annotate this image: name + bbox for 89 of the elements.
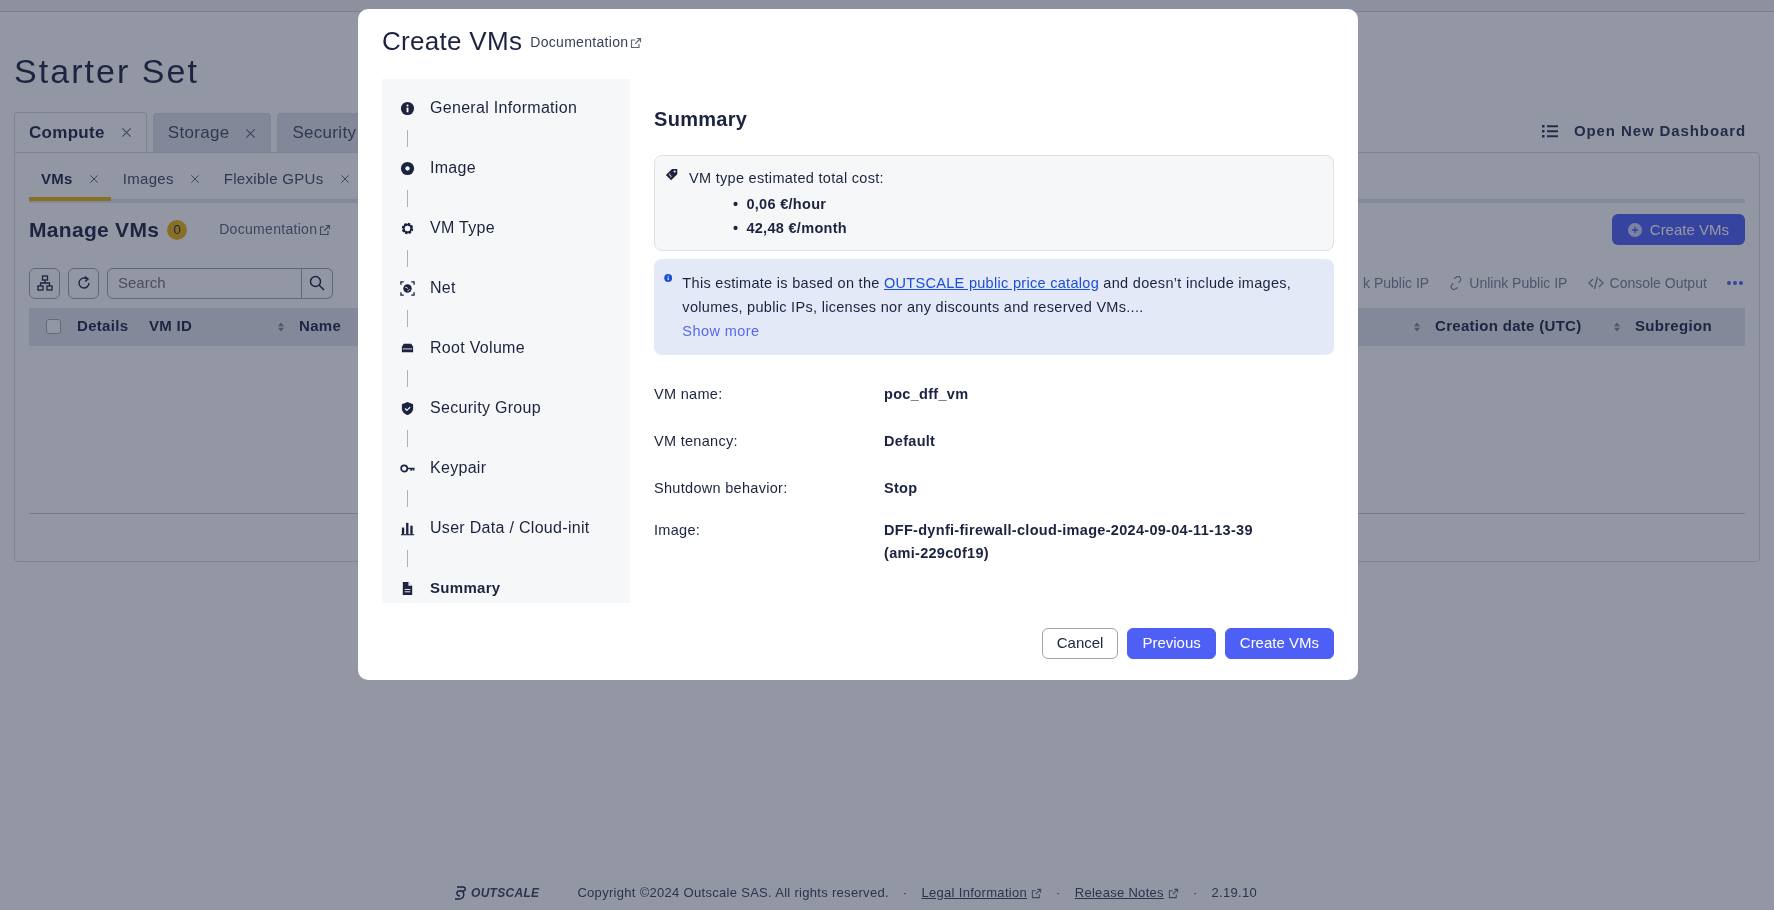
page-title: Starter Set [14, 54, 200, 88]
console-output-button[interactable]: Console Output [1587, 272, 1707, 294]
search-field[interactable]: Search [107, 267, 302, 299]
documentation-link[interactable]: Documentation [530, 32, 643, 54]
code-icon [1587, 276, 1604, 290]
separator: · [1056, 884, 1061, 903]
field-value: Default [884, 431, 937, 451]
documentation-link[interactable]: Documentation [219, 219, 332, 241]
close-icon[interactable] [339, 174, 350, 184]
more-icon [1727, 281, 1743, 285]
plus-circle-icon [1627, 222, 1642, 237]
shield-icon [400, 400, 415, 416]
cost-label: VM type estimated total cost: [689, 169, 884, 189]
disc-icon [400, 160, 415, 176]
logo-text: OUTSCALE [471, 885, 540, 902]
select-all-checkbox[interactable] [45, 319, 61, 334]
step-item[interactable]: Net [400, 276, 630, 301]
step-item[interactable]: General Information [400, 96, 630, 121]
field-value: DFF-dynfi-firewall-cloud-image-2024-09-04-11-13-39 (ami-229c0f19) [884, 520, 1254, 563]
field-value: Stop [884, 478, 919, 498]
footer-link[interactable]: Legal Information [921, 883, 1043, 903]
primary-button[interactable]: Create VMs [1224, 628, 1334, 660]
separator: · [902, 884, 908, 903]
search-button[interactable] [302, 267, 333, 299]
search-icon[interactable] [309, 275, 325, 291]
field-label: Image: [654, 520, 702, 540]
close-icon[interactable] [120, 127, 132, 138]
section-title: Manage VMs [29, 217, 160, 243]
bullet: • [733, 218, 739, 238]
unlink-button[interactable]: Unlink Public IP [1449, 272, 1568, 294]
refresh-button[interactable] [68, 267, 99, 299]
info-icon [400, 100, 415, 116]
field-label: VM name: [654, 384, 724, 404]
field-label: Shutdown behavior: [654, 478, 789, 498]
sub-tab[interactable]: Images [110, 161, 212, 201]
footer-text: Copyright ©2024 Outscale SAS. All rights reserved. [577, 884, 889, 903]
column-header: Details [77, 316, 129, 337]
count-badge: 0 [167, 219, 188, 240]
notice-text: This estimate is based on the OUTSCALE public price catalog and doesn’t include images, volumes, public IPs, licenses nor any discounts and reserved VMs.... [682, 273, 1293, 317]
external-link-icon [1167, 887, 1179, 899]
column-header: VM ID [149, 316, 193, 337]
field-label: VM tenancy: [654, 431, 739, 451]
close-icon[interactable] [189, 174, 200, 184]
bar-chart-icon [400, 520, 415, 536]
create-vms-button[interactable]: Create VMs [1611, 214, 1745, 246]
list-icon [1541, 123, 1558, 138]
step-item[interactable]: Root Volume [400, 336, 630, 361]
column-header: Subregion [1635, 316, 1712, 337]
show-more-link[interactable]: Show more [682, 318, 760, 343]
step-item[interactable]: Image [400, 156, 630, 181]
hierarchy-icon [36, 275, 53, 291]
column-header: Name [299, 316, 342, 337]
sub-tab[interactable]: Flexible GPUs [211, 161, 362, 201]
section-heading: Summary [654, 107, 749, 132]
link-public-ip-button[interactable]: k Public IP [1363, 272, 1430, 294]
external-link-icon [319, 223, 332, 236]
close-icon[interactable] [245, 127, 257, 139]
close-icon[interactable] [88, 174, 99, 184]
separator: · [1192, 884, 1198, 903]
cost-item: 42,48 €/month [746, 218, 847, 238]
dashboard-button[interactable]: Open New Dashboard [1541, 119, 1746, 142]
cost-item: 0,06 €/hour [746, 194, 827, 214]
price-catalog-link[interactable]: OUTSCALE public price catalog [884, 274, 1099, 291]
footer-link[interactable]: Release Notes [1074, 883, 1179, 903]
cancel-button[interactable]: Cancel [1041, 628, 1119, 660]
broken-link-icon [1449, 276, 1464, 290]
tab[interactable]: Storage [152, 113, 272, 152]
external-link-icon [630, 36, 643, 49]
gear-icon [400, 220, 415, 236]
tab[interactable]: Compute [14, 112, 147, 152]
step-item[interactable]: VM Type [400, 216, 630, 241]
step-item[interactable]: Security Group [400, 396, 630, 421]
step-item[interactable]: Keypair [400, 456, 630, 481]
column-header: Creation date (UTC) [1435, 316, 1582, 337]
step-item[interactable]: Summary [400, 576, 630, 601]
document-icon [400, 580, 415, 596]
step-item[interactable]: User Data / Cloud-init [400, 516, 630, 541]
primary-button[interactable]: Previous [1127, 628, 1216, 660]
price-tag-icon [665, 168, 679, 183]
footer-text: 2.19.10 [1211, 884, 1257, 903]
modal-title: Create VMs [382, 26, 523, 58]
more-button[interactable] [1727, 281, 1743, 285]
hierarchy-button[interactable] [29, 267, 60, 299]
globe-icon [400, 280, 415, 296]
bullet: • [733, 194, 739, 214]
field-value: poc_dff_vm [884, 384, 970, 404]
sub-tab[interactable]: VMs [29, 161, 111, 201]
external-link-icon [1031, 887, 1043, 899]
refresh-icon [75, 275, 92, 291]
